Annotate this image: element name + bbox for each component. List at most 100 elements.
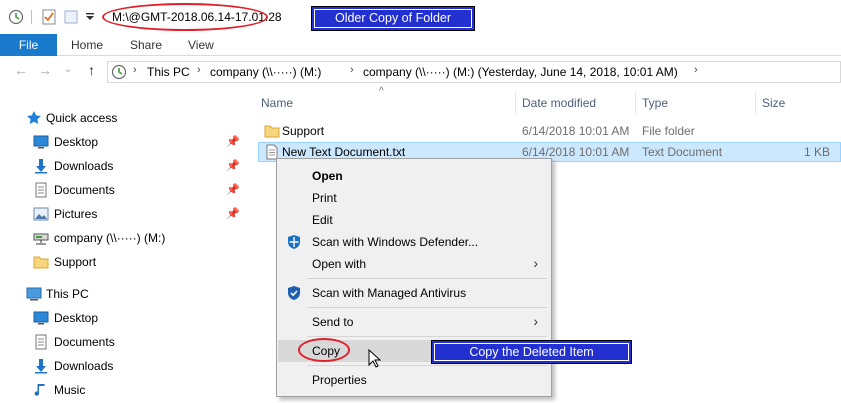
documents-icon: [35, 182, 47, 198]
sidebar-item-downloads[interactable]: Downloads 📌: [0, 155, 244, 177]
recent-locations-chevron-icon[interactable]: ⌄: [64, 64, 72, 75]
menu-item-send-to[interactable]: Send to ›: [278, 311, 550, 333]
pictures-icon: [33, 207, 49, 221]
menu-item-label: Send to: [312, 315, 354, 329]
column-divider[interactable]: [635, 92, 636, 114]
copy-deleted-callout: Copy the Deleted Item: [431, 340, 632, 364]
managed-antivirus-shield-icon: [288, 286, 300, 300]
column-divider[interactable]: [515, 92, 516, 114]
menu-item-label: Scan with Windows Defender...: [312, 235, 479, 249]
sidebar-item-quick-access[interactable]: Quick access: [0, 107, 244, 129]
sidebar-item-label: Quick access: [46, 111, 118, 125]
mouse-cursor-icon: [368, 349, 382, 368]
sidebar-item-pc-music[interactable]: Music: [0, 379, 244, 401]
sidebar-item-network-drive[interactable]: company (\\·····) (M:): [0, 227, 244, 249]
menu-separator: [307, 278, 547, 279]
breadcrumb-snapshot[interactable]: company (\\·····) (M:) (Yesterday, June …: [363, 65, 678, 79]
breadcrumb-chevron-icon[interactable]: ›: [694, 64, 698, 76]
pin-icon[interactable]: 📌: [226, 135, 240, 148]
menu-item-edit[interactable]: Edit: [278, 209, 550, 231]
forward-arrow-icon[interactable]: →: [38, 62, 52, 78]
breadcrumb-drive[interactable]: company (\\·····) (M:): [210, 65, 321, 79]
folder-icon: [264, 125, 280, 138]
column-header-type[interactable]: Type: [642, 96, 668, 110]
sidebar-item-pc-desktop[interactable]: Desktop: [0, 307, 244, 329]
menu-separator: [307, 365, 547, 366]
sidebar-item-label: Desktop: [54, 135, 99, 149]
customize-dropdown-icon[interactable]: [86, 13, 94, 21]
documents-icon: [35, 334, 47, 350]
ribbon: [0, 34, 841, 56]
menu-item-scan-managed-antivirus[interactable]: Scan with Managed Antivirus: [278, 282, 550, 304]
menu-item-label: Scan with Managed Antivirus: [312, 286, 467, 300]
menu-item-properties[interactable]: Properties: [278, 369, 550, 391]
back-arrow-icon[interactable]: ←: [14, 62, 28, 78]
sidebar-item-label: Music: [54, 383, 86, 397]
breadcrumb-chevron-icon[interactable]: ›: [197, 64, 201, 76]
properties-checkmark-icon[interactable]: [41, 9, 57, 25]
sidebar-item-documents[interactable]: Documents 📌: [0, 179, 244, 201]
sidebar-item-label: Downloads: [54, 159, 114, 173]
file-row-support[interactable]: Support 6/14/2018 10:01 AM File folder: [258, 121, 841, 141]
tab-home[interactable]: Home: [71, 34, 103, 56]
older-copy-callout: Older Copy of Folder: [311, 6, 475, 31]
computer-icon: [26, 287, 42, 301]
sidebar-item-support[interactable]: Support: [0, 251, 244, 273]
file-name: Support: [282, 124, 325, 138]
menu-item-label: Open: [312, 169, 343, 183]
sidebar-item-label: This PC: [46, 287, 89, 301]
up-arrow-icon[interactable]: ↑: [88, 62, 95, 78]
copy-annotation-circle: [298, 338, 350, 362]
history-icon: [8, 9, 24, 25]
menu-item-print[interactable]: Print: [278, 187, 550, 209]
sidebar-item-pictures[interactable]: Pictures 📌: [0, 203, 244, 225]
network-drive-icon: [33, 233, 49, 245]
desktop-icon: [33, 311, 49, 325]
pin-icon[interactable]: 📌: [226, 207, 240, 220]
pin-icon[interactable]: 📌: [226, 183, 240, 196]
submenu-chevron-icon: ›: [533, 313, 538, 329]
sidebar-item-pc-downloads[interactable]: Downloads: [0, 355, 244, 377]
downloads-icon: [35, 359, 47, 374]
desktop-icon: [33, 135, 49, 149]
sidebar-item-pc-documents[interactable]: Documents: [0, 331, 244, 353]
sidebar-item-desktop[interactable]: Desktop 📌: [0, 131, 244, 153]
menu-item-open-with[interactable]: Open with ›: [278, 253, 550, 275]
sidebar-item-label: company (\\·····) (M:): [54, 231, 166, 245]
breadcrumb-chevron-icon[interactable]: ›: [133, 64, 137, 76]
breadcrumb-this-pc[interactable]: This PC: [147, 65, 190, 79]
file-date: 6/14/2018 10:01 AM: [522, 124, 630, 138]
file-name: New Text Document.txt: [282, 145, 406, 159]
menu-item-label: Open with: [312, 257, 367, 271]
menu-separator: [307, 336, 547, 337]
file-date: 6/14/2018 10:01 AM: [522, 145, 630, 159]
tab-file[interactable]: File: [0, 34, 57, 56]
menu-item-scan-defender[interactable]: Scan with Windows Defender...: [278, 231, 550, 253]
title-annotation-circle: [102, 3, 268, 31]
menu-separator: [307, 307, 547, 308]
windows-defender-icon: [288, 235, 300, 249]
column-divider[interactable]: [755, 92, 756, 114]
column-header-date[interactable]: Date modified: [522, 96, 596, 110]
quick-access-divider: [31, 10, 32, 24]
tab-share[interactable]: Share: [130, 34, 162, 56]
breadcrumb-chevron-icon[interactable]: ›: [350, 64, 354, 76]
column-header-size[interactable]: Size: [762, 96, 785, 110]
sidebar-item-label: Downloads: [54, 359, 114, 373]
folder-icon: [33, 256, 49, 269]
menu-item-open[interactable]: Open: [278, 165, 550, 187]
star-icon: [27, 111, 41, 124]
sidebar-item-label: Support: [54, 255, 97, 269]
column-header-name[interactable]: Name: [261, 96, 293, 110]
file-type: File folder: [642, 124, 695, 138]
sidebar-item-label: Documents: [54, 183, 115, 197]
new-folder-icon[interactable]: [63, 9, 79, 25]
history-location-icon: [111, 64, 127, 80]
sidebar-item-this-pc[interactable]: This PC: [0, 283, 244, 305]
menu-item-label: Print: [312, 191, 337, 205]
sidebar-item-label: Pictures: [54, 207, 98, 221]
menu-item-label: Edit: [312, 213, 333, 227]
tab-view[interactable]: View: [188, 34, 214, 56]
music-icon: [34, 384, 45, 396]
pin-icon[interactable]: 📌: [226, 159, 240, 172]
